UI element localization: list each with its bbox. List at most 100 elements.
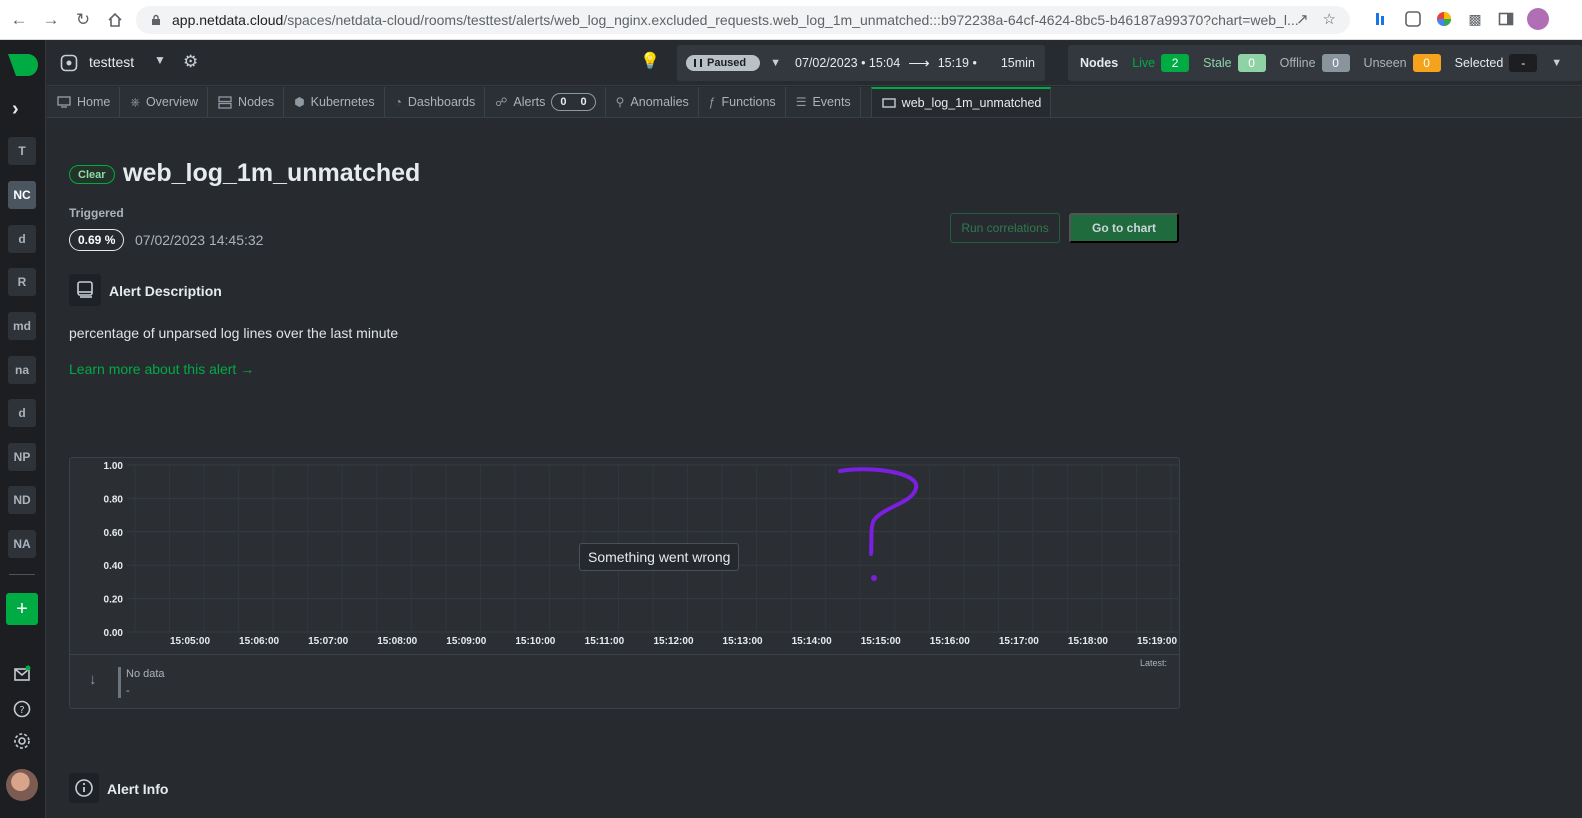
chevron-down-icon[interactable]: ▼ (770, 57, 781, 69)
alert-status-badge: Clear (69, 165, 115, 184)
chevron-down-icon[interactable]: ▼ (1551, 57, 1562, 69)
tab-kubernetes[interactable]: ⬢ Kubernetes (284, 87, 385, 117)
user-avatar[interactable] (6, 769, 38, 801)
y-tick-label: 1.00 (104, 461, 124, 472)
chevron-down-icon[interactable]: ▼ (154, 53, 166, 67)
alert-counts-badge[interactable]: 0 0 (551, 93, 596, 111)
browser-toolbar: ← → ↻ app.netdata.cloud/spaces/netdata-c… (0, 0, 1582, 40)
tab-alert-detail[interactable]: web_log_1m_unmatched (870, 87, 1052, 117)
alert-chart[interactable]: 1.00 0.80 0.60 0.40 0.20 0.00 15:05:00 15:06:0… (69, 457, 1180, 709)
tab-alerts[interactable]: ☍ Alerts 0 0 (485, 87, 606, 117)
space-item[interactable]: d (8, 399, 36, 427)
share-icon[interactable]: ↗ (1296, 10, 1309, 28)
overview-icon: ⎈ (130, 94, 140, 109)
legend-color-bar (118, 667, 121, 698)
space-item[interactable]: NA (8, 530, 36, 558)
puzzle-icon[interactable]: ▩ (1465, 9, 1485, 29)
space-sidebar: › T NC d R md na d NP ND NA + ? (0, 40, 46, 818)
triggered-value-badge: 0.69 % (69, 229, 125, 251)
tab-label: Dashboards (407, 95, 476, 109)
tab-anomalies[interactable]: ⚲ Anomalies (606, 87, 699, 117)
extension-icon[interactable] (1403, 9, 1423, 29)
legend-dimension-name: No data (126, 668, 165, 680)
tab-label: Kubernetes (310, 95, 375, 109)
monitor-icon (881, 98, 896, 108)
node-count-badge[interactable]: 0 (1237, 54, 1266, 72)
tab-nodes[interactable]: Nodes (208, 87, 285, 117)
time-range-end[interactable]: 15:19 • (938, 56, 977, 70)
address-bar[interactable]: app.netdata.cloud/spaces/netdata-cloud/r… (136, 6, 1350, 34)
learn-more-link[interactable]: Learn more about this alert → (69, 361, 254, 377)
bookmark-star-icon[interactable]: ☆ (1323, 10, 1336, 28)
go-to-chart-button[interactable]: Go to chart (1069, 213, 1179, 243)
tab-overview[interactable]: ⎈ Overview (120, 87, 209, 117)
space-item[interactable]: d (8, 225, 36, 253)
lightbulb-icon[interactable]: 💡 (640, 51, 660, 71)
node-count-badge[interactable]: 2 (1161, 54, 1190, 72)
question-mark-annotation (838, 467, 919, 556)
arrow-down-icon[interactable]: ↓ (89, 671, 97, 688)
anomalies-search-icon: ⚲ (615, 95, 625, 109)
node-status-label: Live (1132, 56, 1156, 70)
chart-legend: Latest: ↓ No data - (70, 654, 1179, 708)
reload-icon[interactable]: ↻ (70, 7, 96, 33)
chart-error-message: Something went wrong (579, 543, 740, 571)
tab-functions[interactable]: ƒ Functions (699, 87, 786, 117)
netdata-logo-icon[interactable] (6, 52, 38, 78)
lock-icon (152, 14, 160, 25)
time-range-duration[interactable]: 15min (1001, 56, 1035, 70)
space-item[interactable]: T (8, 137, 36, 165)
settings-gear-icon[interactable] (12, 731, 32, 751)
alert-title: web_log_1m_unmatched (123, 159, 421, 187)
add-space-button[interactable]: + (6, 593, 38, 625)
room-settings-gear-icon[interactable]: ⚙ (183, 52, 198, 72)
bell-icon: ☍ (495, 95, 508, 109)
tab-label: web_log_1m_unmatched (901, 96, 1042, 110)
expand-sidebar-icon[interactable]: › (12, 98, 19, 121)
svg-text:?: ? (19, 705, 24, 716)
alert-info-title: Alert Info (107, 781, 169, 797)
back-icon[interactable]: ← (6, 7, 32, 33)
alert-description-title: Alert Description (109, 283, 222, 299)
space-item[interactable]: na (8, 356, 36, 384)
y-tick-label: 0.00 (104, 628, 124, 639)
forward-icon[interactable]: → (38, 7, 64, 33)
node-status-label: Selected (1454, 56, 1504, 70)
time-range-start[interactable]: 07/02/2023 • 15:04 (795, 56, 900, 70)
room-name[interactable]: testtest (89, 54, 134, 70)
play-pause-button[interactable]: Paused (686, 55, 761, 71)
space-item[interactable]: md (8, 312, 36, 340)
home-icon[interactable] (102, 7, 128, 33)
node-count-badge[interactable]: 0 (1412, 54, 1441, 72)
space-item-active[interactable]: NC (8, 181, 36, 209)
tab-label: Home (77, 95, 111, 109)
profile-avatar[interactable] (1527, 8, 1549, 30)
dashboard-gauge-icon: ◔ (394, 95, 402, 109)
time-picker[interactable]: Paused ▼ 07/02/2023 • 15:04 ⟶ 15:19 • 15… (677, 45, 1045, 81)
room-tabs: Home ⎈ Overview Nodes ⬢ Kubernetes ◔ Das… (47, 87, 1582, 118)
run-correlations-button[interactable]: Run correlations (950, 213, 1060, 243)
x-tick-label: 15:19:00 (1137, 636, 1177, 647)
side-panel-icon[interactable] (1496, 9, 1516, 29)
space-item[interactable]: NP (8, 443, 36, 471)
x-tick-label: 15:11:00 (585, 636, 625, 647)
notifications-icon[interactable] (12, 664, 32, 684)
node-count-badge[interactable]: - (1509, 54, 1538, 72)
room-icon (60, 54, 78, 72)
tab-label: Anomalies (630, 95, 689, 109)
tab-home[interactable]: Home (47, 87, 121, 117)
node-status-label: Stale (1203, 56, 1232, 70)
url-path: /spaces/netdata-cloud/rooms/testtest/ale… (283, 12, 1299, 28)
function-icon: ƒ (708, 95, 716, 109)
color-picker-icon[interactable] (1434, 9, 1454, 29)
x-tick-label: 15:06:00 (239, 636, 279, 647)
nodes-status[interactable]: Nodes Live 2 Stale 0 Offline 0 Unseen 0 … (1068, 45, 1582, 81)
tab-events[interactable]: ☰ Events (786, 87, 861, 117)
node-count-badge[interactable]: 0 (1321, 54, 1350, 72)
help-icon[interactable]: ? (12, 699, 32, 719)
triggered-time: 07/02/2023 14:45:32 (135, 232, 264, 248)
space-item[interactable]: R (8, 268, 36, 296)
tab-dashboards[interactable]: ◔ Dashboards (385, 87, 486, 117)
extension-icon[interactable] (1372, 9, 1392, 29)
space-item[interactable]: ND (8, 486, 36, 514)
